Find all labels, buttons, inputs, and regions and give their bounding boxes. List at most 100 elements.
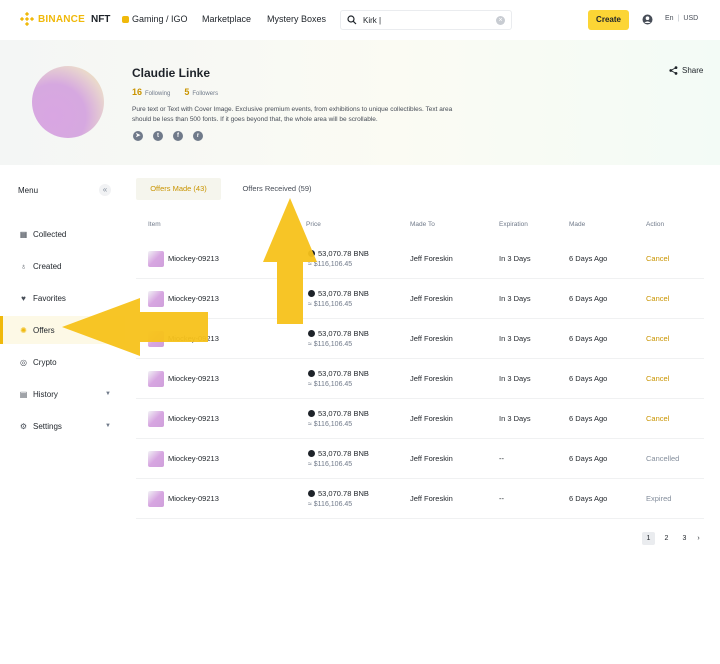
table-row[interactable]: Miockey-09213 53,070.78 BNB ≈ $116,106.4… (136, 319, 704, 359)
price-usd: ≈ $116,106.45 (308, 421, 353, 428)
language-label: En (665, 15, 674, 22)
made-date: 6 Days Ago (569, 414, 608, 423)
table-row[interactable]: Miockey-09213 53,070.78 BNB ≈ $116,106.4… (136, 279, 704, 319)
bulb-icon: ♁ (20, 261, 27, 271)
followers-count[interactable]: 5 (184, 87, 189, 97)
cancel-offer-button[interactable]: Cancel (646, 294, 669, 303)
column-header-made-to: Made To (410, 221, 435, 228)
made-to[interactable]: Jeff Foreskin (410, 414, 453, 423)
telegram-icon[interactable]: ➤ (133, 131, 143, 141)
offers-icon: ✺ (20, 325, 27, 335)
price-bnb-value: 53,070.78 BNB (318, 409, 369, 418)
tab-offers-made[interactable]: Offers Made (43) (136, 178, 221, 200)
bnb-coin-icon (308, 330, 315, 337)
social-links: ➤ t f r (133, 131, 203, 141)
search-input[interactable] (363, 15, 493, 25)
nft-thumbnail[interactable] (148, 411, 164, 427)
bnb-coin-icon (308, 490, 315, 497)
price-bnb: 53,070.78 BNB (308, 289, 369, 298)
history-icon: ▤ (19, 389, 28, 399)
made-date: 6 Days Ago (569, 254, 608, 263)
reddit-icon[interactable]: r (193, 131, 203, 141)
profile-name: Claudie Linke (132, 66, 211, 80)
made-to[interactable]: Jeff Foreskin (410, 334, 453, 343)
next-page-icon[interactable]: › (692, 532, 705, 545)
twitter-icon[interactable]: t (153, 131, 163, 141)
table-row[interactable]: Miockey-09213 53,070.78 BNB ≈ $116,106.4… (136, 359, 704, 399)
gamepad-icon (122, 15, 129, 23)
table-row[interactable]: Miockey-09213 53,070.78 BNB ≈ $116,106.4… (136, 439, 704, 479)
binance-nft-logo[interactable]: BINANCE NFT (20, 12, 110, 26)
expiration: -- (499, 494, 504, 503)
made-date: 6 Days Ago (569, 374, 608, 383)
brand-name: BINANCE (38, 13, 85, 25)
search-box: × (340, 10, 512, 30)
clear-search-icon[interactable]: × (496, 16, 505, 25)
item-name[interactable]: Miockey-09213 (168, 374, 219, 383)
language-currency-selector[interactable]: En | USD (665, 15, 698, 22)
column-header-item: Item (148, 221, 161, 228)
nav-gaming-label: Gaming / IGO (132, 14, 188, 24)
item-name[interactable]: Miockey-09213 (168, 414, 219, 423)
column-header-made: Made (569, 221, 586, 228)
page-2[interactable]: 2 (660, 532, 673, 545)
share-button[interactable]: Share (669, 66, 703, 75)
table-row[interactable]: Miockey-09213 53,070.78 BNB ≈ $116,106.4… (136, 399, 704, 439)
following-label: Following (145, 91, 171, 97)
cancel-offer-button[interactable]: Cancel (646, 334, 669, 343)
nft-thumbnail[interactable] (148, 371, 164, 387)
price-usd: ≈ $116,106.45 (308, 461, 353, 468)
table-row[interactable]: Miockey-09213 53,070.78 BNB ≈ $116,106.4… (136, 239, 704, 279)
made-to[interactable]: Jeff Foreskin (410, 294, 453, 303)
made-to[interactable]: Jeff Foreskin (410, 254, 453, 263)
coin-icon: ◎ (20, 357, 27, 367)
made-date: 6 Days Ago (569, 454, 608, 463)
price-bnb-value: 53,070.78 BNB (318, 289, 369, 298)
collapse-menu-icon[interactable]: « (99, 184, 111, 196)
sidebar-item-settings[interactable]: ⚙ Settings ▼ (0, 412, 125, 440)
nav-gaming-igo[interactable]: Gaming / IGO (122, 14, 188, 24)
price-bnb-value: 53,070.78 BNB (318, 449, 369, 458)
annotation-up-arrow (263, 198, 317, 324)
price-bnb-value: 53,070.78 BNB (318, 369, 369, 378)
facebook-icon[interactable]: f (173, 131, 183, 141)
item-name[interactable]: Miockey-09213 (168, 494, 219, 503)
price-bnb: 53,070.78 BNB (308, 329, 369, 338)
cancel-offer-button[interactable]: Cancel (646, 374, 669, 383)
nav-mystery-boxes[interactable]: Mystery Boxes (267, 14, 326, 24)
menu-title: Menu (18, 186, 39, 195)
price-usd: ≈ $116,106.45 (308, 381, 353, 388)
item-name[interactable]: Miockey-09213 (168, 254, 219, 263)
cancel-offer-button[interactable]: Cancel (646, 254, 669, 263)
cancel-offer-button[interactable]: Cancel (646, 414, 669, 423)
create-button[interactable]: Create (588, 10, 629, 30)
table-row[interactable]: Miockey-09213 53,070.78 BNB ≈ $116,106.4… (136, 479, 704, 519)
sidebar-item-history[interactable]: ▤ History ▼ (0, 380, 125, 408)
price-usd: ≈ $116,106.45 (308, 501, 353, 508)
sidebar-item-collected[interactable]: ▦ Collected (0, 220, 125, 248)
nav-marketplace[interactable]: Marketplace (202, 14, 251, 24)
sidebar-item-label: Offers (33, 325, 55, 335)
nft-thumbnail[interactable] (148, 491, 164, 507)
brand-suffix: NFT (90, 13, 111, 25)
price-bnb: 53,070.78 BNB (308, 249, 369, 258)
made-to[interactable]: Jeff Foreskin (410, 374, 453, 383)
share-icon (669, 66, 678, 75)
sidebar-item-created[interactable]: ♁ Created (0, 252, 125, 280)
item-name[interactable]: Miockey-09213 (168, 454, 219, 463)
nft-thumbnail[interactable] (148, 251, 164, 267)
following-count[interactable]: 16 (132, 87, 142, 97)
tab-offers-received[interactable]: Offers Received (59) (232, 178, 322, 200)
made-to[interactable]: Jeff Foreskin (410, 494, 453, 503)
made-to[interactable]: Jeff Foreskin (410, 454, 453, 463)
page-3[interactable]: 3 (678, 532, 691, 545)
top-nav-bar: BINANCE NFT Gaming / IGO Marketplace Mys… (0, 0, 720, 40)
nft-thumbnail[interactable] (148, 451, 164, 467)
sidebar-item-label: Created (33, 261, 62, 271)
expiration: In 3 Days (499, 254, 531, 263)
offer-status: Cancelled (646, 454, 680, 463)
page-1[interactable]: 1 (642, 532, 655, 545)
user-account-icon[interactable] (642, 14, 653, 25)
currency-label: USD (683, 15, 699, 22)
avatar (32, 66, 104, 138)
